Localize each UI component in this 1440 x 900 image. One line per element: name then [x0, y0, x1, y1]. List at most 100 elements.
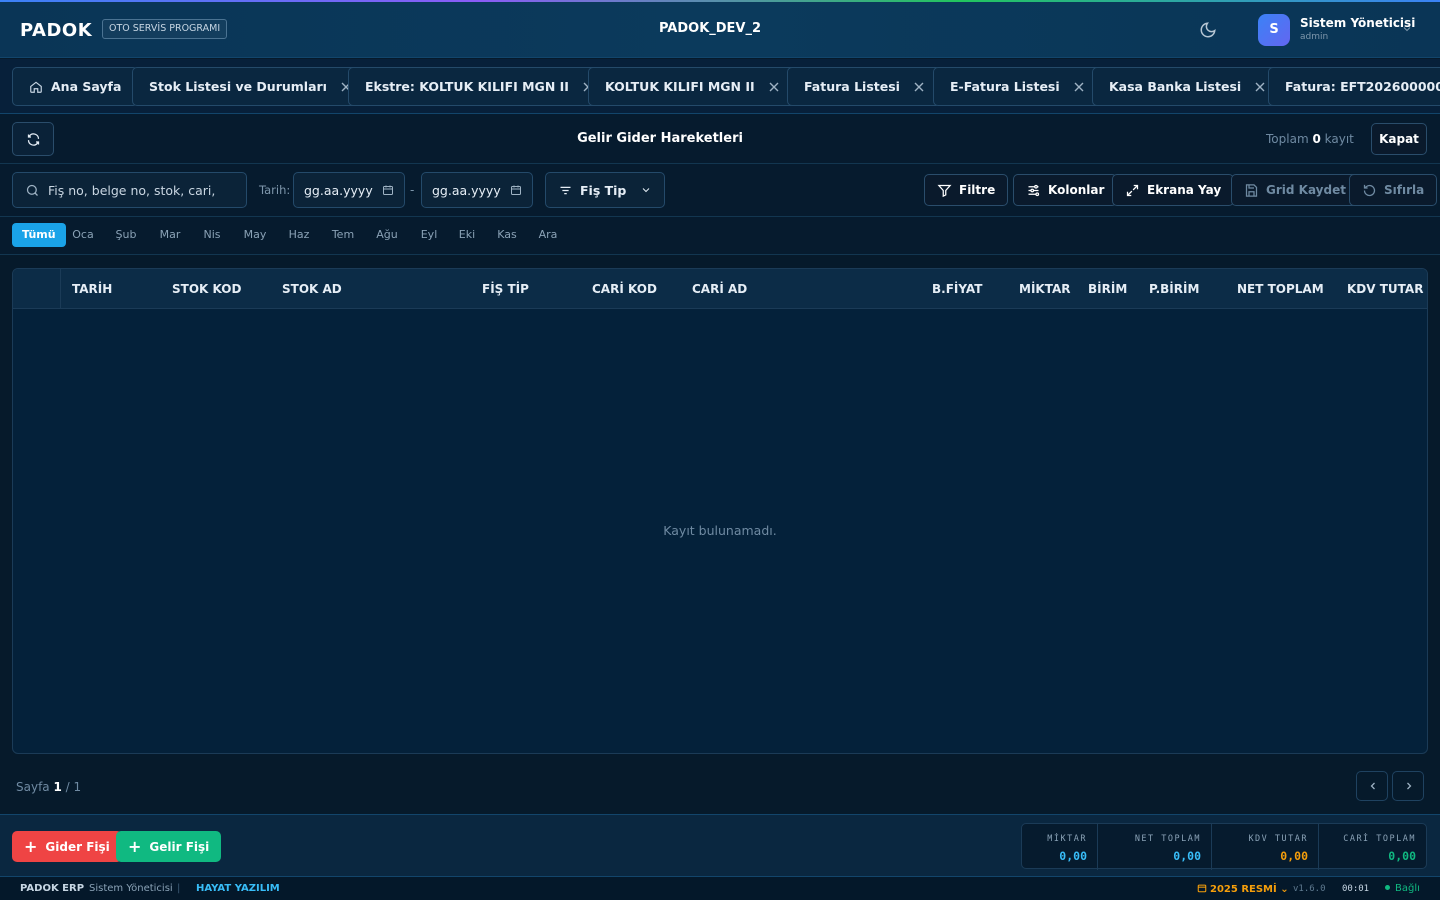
period-label: 2025 RESMİ	[1210, 884, 1277, 895]
fullscreen-button[interactable]: Ekrana Yay	[1112, 174, 1235, 206]
close-button[interactable]: Kapat	[1371, 123, 1427, 155]
expense-label: Gider Fişi	[45, 839, 110, 854]
data-grid: TARİH STOK KOD STOK AD FİŞ TİP CARİ KOD …	[12, 268, 1428, 754]
action-bar: + Gider Fişi + Gelir Fişi MİKTAR 0,00 NE…	[0, 814, 1440, 876]
tab-invoice-detail[interactable]: Fatura: EFT20260000000005	[1268, 67, 1440, 106]
column-header[interactable]: BİRİM	[1088, 282, 1127, 296]
pager-current: 1	[53, 780, 62, 794]
pager-status: Sayfa 1 / 1	[16, 780, 81, 794]
app-logo: PADOK	[20, 20, 93, 41]
tab-home[interactable]: Ana Sayfa	[12, 67, 139, 106]
total-label: CARİ TOPLAM	[1343, 834, 1416, 844]
totals-panel: MİKTAR 0,00 NET TOPLAM 0,00 KDV TUTAR 0,…	[1021, 823, 1427, 870]
prev-page-button[interactable]	[1356, 771, 1388, 801]
fis-tip-select[interactable]: Fiş Tip	[545, 172, 665, 208]
date-to-field[interactable]	[421, 172, 533, 208]
tab-label: E-Fatura Listesi	[950, 79, 1060, 94]
date-from-field[interactable]	[293, 172, 405, 208]
column-header[interactable]: FİŞ TİP	[482, 282, 529, 296]
moon-icon[interactable]	[1199, 21, 1217, 39]
page-title: Gelir Gider Hareketleri	[577, 131, 743, 146]
column-header[interactable]: P.BİRİM	[1149, 282, 1199, 296]
tab-invoice-list[interactable]: Fatura Listesi	[787, 67, 941, 106]
total-vat: KDV TUTAR 0,00	[1212, 824, 1319, 870]
status-bar: PADOK ERP Sistem Yöneticisi | HAYAT YAZI…	[0, 876, 1440, 900]
add-expense-button[interactable]: + Gider Fişi	[12, 831, 122, 862]
filter-button[interactable]: Filtre	[924, 174, 1009, 206]
reset-button[interactable]: Sıfırla	[1349, 174, 1438, 206]
empty-state: Kayıt bulunamadı.	[663, 523, 777, 538]
fis-tip-label: Fiş Tip	[580, 182, 627, 198]
total-label: KDV TUTAR	[1248, 834, 1308, 844]
month-aug[interactable]: Ağu	[370, 223, 404, 247]
total-account: CARİ TOPLAM 0,00	[1319, 824, 1426, 870]
month-apr[interactable]: Nis	[196, 223, 228, 247]
record-total: Toplam 0 kayıt	[1266, 132, 1354, 146]
reset-label: Sıfırla	[1384, 183, 1425, 197]
sliders-icon	[1028, 184, 1040, 196]
close-icon[interactable]	[1074, 82, 1084, 92]
month-nov[interactable]: Kas	[492, 223, 522, 247]
close-icon[interactable]	[769, 82, 779, 92]
month-jun[interactable]: Haz	[282, 223, 316, 247]
tab-cash-bank-list[interactable]: Kasa Banka Listesi	[1092, 67, 1283, 106]
user-name[interactable]: Sistem Yöneticisi	[1300, 16, 1415, 30]
status-time: 00:01	[1342, 884, 1370, 894]
chevron-down-icon[interactable]	[1401, 23, 1413, 35]
calendar-icon[interactable]	[382, 184, 394, 196]
tab-einvoice-list[interactable]: E-Fatura Listesi	[933, 67, 1101, 106]
page-toolbar: Gelir Gider Hareketleri Toplam 0 kayıt K…	[0, 114, 1440, 164]
column-header[interactable]: NET TOPLAM	[1237, 282, 1324, 296]
column-header[interactable]: CARİ AD	[692, 282, 747, 296]
month-feb[interactable]: Şub	[110, 223, 142, 247]
month-jan[interactable]: Oca	[66, 223, 100, 247]
close-icon[interactable]	[914, 82, 924, 92]
save-grid-button[interactable]: Grid Kaydet	[1231, 174, 1359, 206]
tab-stock-card[interactable]: KOLTUK KILIFI MGN II	[588, 67, 796, 106]
refresh-icon	[27, 133, 40, 146]
tab-statement[interactable]: Ekstre: KOLTUK KILIFI MGN II	[348, 67, 610, 106]
close-icon[interactable]	[1255, 82, 1265, 92]
column-header[interactable]: TARİH	[72, 282, 112, 296]
filter-lines-icon	[560, 186, 571, 194]
calendar-icon[interactable]	[510, 184, 522, 196]
period-selector[interactable]: 2025 RESMİ ⌄	[1197, 883, 1289, 895]
connection-label: Bağlı	[1395, 883, 1420, 894]
app-title: PADOK_DEV_2	[658, 21, 762, 36]
month-sep[interactable]: Eyl	[414, 223, 444, 247]
month-all[interactable]: Tümü	[12, 223, 66, 247]
grid-select-column[interactable]	[13, 269, 61, 309]
date-label: Tarih:	[259, 183, 291, 197]
pager-separator: /	[65, 780, 70, 794]
month-oct[interactable]: Eki	[452, 223, 482, 247]
month-dec[interactable]: Ara	[532, 223, 564, 247]
column-header[interactable]: STOK KOD	[172, 282, 241, 296]
add-income-button[interactable]: + Gelir Fişi	[116, 831, 222, 862]
next-page-button[interactable]	[1392, 771, 1424, 801]
total-label: NET TOPLAM	[1134, 834, 1201, 844]
month-may[interactable]: May	[238, 223, 272, 247]
month-mar[interactable]: Mar	[153, 223, 187, 247]
home-icon	[30, 81, 42, 93]
column-header[interactable]: STOK AD	[282, 282, 342, 296]
month-jul[interactable]: Tem	[326, 223, 360, 247]
refresh-button[interactable]	[12, 122, 54, 156]
date-to-input[interactable]	[432, 182, 502, 198]
date-from-input[interactable]	[304, 182, 374, 198]
column-header[interactable]: B.FİYAT	[932, 282, 982, 296]
tab-bar: Ana Sayfa Stok Listesi ve Durumları Ekst…	[0, 59, 1440, 114]
search-input[interactable]	[48, 182, 238, 198]
search-box	[12, 172, 247, 208]
tab-stock-list[interactable]: Stok Listesi ve Durumları	[132, 67, 368, 106]
column-header[interactable]: KDV TUTAR	[1347, 282, 1423, 296]
avatar[interactable]: S	[1258, 14, 1290, 46]
column-header[interactable]: CARİ KOD	[592, 282, 657, 296]
tab-label: Stok Listesi ve Durumları	[149, 79, 327, 94]
columns-button[interactable]: Kolonlar	[1013, 174, 1118, 206]
total-suffix: kayıt	[1324, 132, 1354, 146]
income-label: Gelir Fişi	[149, 839, 210, 854]
chevron-down-icon	[642, 188, 650, 193]
column-header[interactable]: MİKTAR	[1019, 282, 1071, 296]
funnel-icon	[937, 184, 952, 197]
status-dot-icon	[1385, 885, 1390, 890]
